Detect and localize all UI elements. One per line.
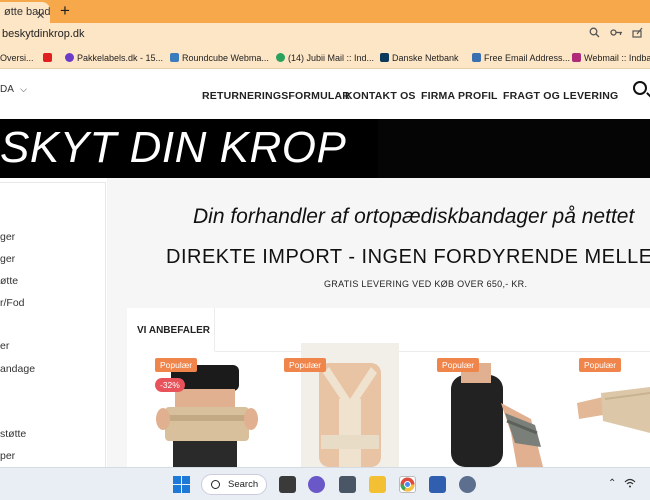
close-tab-icon[interactable]: ✕: [36, 6, 45, 23]
popular-badge: Populær: [579, 358, 622, 372]
discount-badge: -32%: [155, 378, 185, 392]
bookmarks-bar: Oversi... Pakkelabels.dk - 15... Roundcu…: [0, 47, 650, 69]
bookmark-item[interactable]: [43, 53, 55, 63]
nav-shipping[interactable]: FRAGT OG LEVERING: [503, 90, 618, 102]
chrome-icon[interactable]: [399, 476, 416, 493]
file-explorer-icon[interactable]: [369, 476, 386, 493]
windows-taskbar: Search ⌃: [0, 467, 650, 500]
chevron-up-icon[interactable]: ⌃: [608, 478, 616, 489]
sidebar-category[interactable]: ger: [0, 231, 15, 243]
browser-toolbar: beskytdinkrop.dk: [0, 23, 650, 47]
bookmark-item[interactable]: Webmail :: Indba: [572, 53, 650, 63]
product-card[interactable]: Populær: [431, 358, 553, 467]
danske-bank-icon: [380, 53, 389, 62]
product-card[interactable]: Populær: [573, 358, 650, 467]
bookmark-item[interactable]: Free Email Address...: [472, 53, 570, 63]
word-icon[interactable]: [429, 476, 446, 493]
import-heading: DIREKTE IMPORT - INGEN FORDYRENDE MELLEM…: [166, 246, 650, 268]
taskbar-search[interactable]: Search: [201, 474, 267, 495]
document-icon: [472, 53, 481, 62]
product-card[interactable]: Populær -32%: [147, 358, 269, 467]
calculator-icon[interactable]: [339, 476, 356, 493]
bookmark-item[interactable]: Oversi...: [0, 53, 34, 63]
category-sidebar: ger ger øtte r/Fod er andage støtte per: [0, 182, 106, 467]
new-tab-button[interactable]: +: [60, 1, 70, 21]
sidebar-category[interactable]: støtte: [0, 428, 26, 440]
tab-recommended[interactable]: VI ANBEFALER: [127, 308, 215, 352]
nav-returns-form[interactable]: RETURNERINGSFORMULAR: [202, 90, 350, 102]
sidebar-category[interactable]: ger: [0, 253, 15, 265]
search-icon[interactable]: [589, 27, 600, 41]
settings-icon[interactable]: [459, 476, 476, 493]
windows-start-icon[interactable]: [173, 476, 190, 493]
browser-tab[interactable]: øtte band ✕: [0, 2, 50, 23]
address-bar[interactable]: beskytdinkrop.dk: [2, 28, 85, 40]
sidebar-category[interactable]: øtte: [0, 275, 18, 287]
popular-badge: Populær: [437, 358, 480, 372]
site-header: DA ⌵ RETURNERINGSFORMULAR KONTAKT OS FIR…: [0, 70, 650, 119]
screen: øtte band ✕ + beskytdinkrop.dk Oversi...…: [0, 0, 650, 500]
sidebar-category[interactable]: per: [0, 450, 15, 462]
task-view-icon[interactable]: [279, 476, 296, 493]
tagline: Din forhandler af ortopædiskbandager på …: [193, 205, 635, 228]
nav-company-profile[interactable]: FIRMA PROFIL: [421, 90, 498, 102]
sidebar-category[interactable]: er: [0, 340, 9, 352]
bookmark-item[interactable]: Pakkelabels.dk - 15...: [65, 53, 163, 63]
language-selector[interactable]: DA ⌵: [0, 84, 27, 95]
popular-badge: Populær: [284, 358, 327, 372]
nav-contact[interactable]: KONTAKT OS: [345, 90, 416, 102]
jubii-icon: [276, 53, 285, 62]
roundcube-icon: [170, 53, 179, 62]
product-image[interactable]: [573, 363, 650, 467]
bookmark-item[interactable]: Danske Netbank: [380, 53, 459, 63]
youtube-icon: [43, 53, 52, 62]
share-icon[interactable]: [632, 27, 643, 41]
product-image[interactable]: [431, 363, 553, 467]
product-card[interactable]: Populær: [284, 343, 399, 467]
chevron-down-icon: ⌵: [20, 84, 27, 94]
pakkelabels-icon: [65, 53, 74, 62]
teams-icon[interactable]: [308, 476, 325, 493]
main-content: Din forhandler af ortopædiskbandager på …: [107, 178, 650, 467]
product-section: VI ANBEFALER Populær -32% Populær Populæ…: [127, 308, 650, 467]
banner-title: SKYT DIN KROP: [0, 123, 347, 172]
wifi-icon[interactable]: [624, 478, 636, 491]
mail-icon: [572, 53, 581, 62]
bookmark-item[interactable]: Roundcube Webma...: [170, 53, 269, 63]
sidebar-category[interactable]: andage: [0, 363, 35, 375]
search-icon[interactable]: [633, 81, 647, 95]
bookmark-item[interactable]: (14) Jubii Mail :: Ind...: [276, 53, 374, 63]
hero-banner: SKYT DIN KROP: [0, 119, 650, 178]
popular-badge: Populær: [155, 358, 198, 372]
browser-tab-strip: øtte band ✕ +: [0, 0, 650, 23]
key-icon[interactable]: [610, 27, 623, 41]
sidebar-category[interactable]: r/Fod: [0, 297, 25, 309]
free-shipping-notice: GRATIS LEVERING VED KØB OVER 650,- KR.: [324, 279, 528, 289]
